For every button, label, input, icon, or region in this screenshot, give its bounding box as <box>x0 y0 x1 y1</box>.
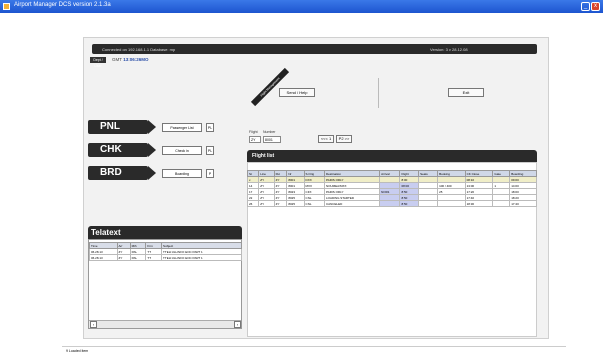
cell: 8:50 <box>399 200 420 207</box>
list-item[interactable]: 06.28.13 ZY PAL TT TTEH:ULLINFO EOC PART 1 <box>89 254 242 261</box>
check-in-button[interactable]: Check in <box>162 146 202 155</box>
boarding-button[interactable]: Boarding <box>162 169 202 178</box>
number-input[interactable]: 8001 <box>263 136 281 143</box>
cell: ZY <box>258 200 275 207</box>
gmt-label: GMT <box>112 57 122 62</box>
prev-button[interactable]: <<< 1 <box>318 135 334 143</box>
brd-button[interactable]: BRD <box>88 166 156 180</box>
cell: TT <box>145 254 163 261</box>
gmt-value: 13:06:26MO <box>123 57 149 62</box>
flight-table: St Line Fkt Nr S.Orig Destination Arriva… <box>246 170 537 207</box>
flight-label: Flight <box>249 130 258 134</box>
cell: ZY <box>273 200 288 207</box>
cell <box>437 200 466 207</box>
connection-info: Connected on 192.168.1.1 Database: mp <box>102 47 176 52</box>
cell: CNL <box>303 200 325 207</box>
cell <box>492 200 511 207</box>
app-icon <box>3 3 10 10</box>
exit-button[interactable]: Exit <box>448 88 484 97</box>
minimize-button[interactable]: _ <box>581 2 590 11</box>
chk-flag[interactable]: PL <box>206 146 214 155</box>
connection-bar: Connected on 192.168.1.1 Database: mp Ve… <box>92 44 537 54</box>
cell: 8025 <box>286 200 305 207</box>
cell: 17:40 <box>509 200 537 207</box>
cell: PAL <box>129 254 147 261</box>
status-bar: 9 Loaded item <box>62 346 566 356</box>
cell: CANCELED <box>323 200 381 207</box>
cell: 26 <box>246 200 260 207</box>
pnl-button[interactable]: PNL <box>88 120 156 134</box>
pnl-flag[interactable]: PL <box>206 123 214 132</box>
chk-button[interactable]: CHK <box>88 143 156 157</box>
passenger-list-button[interactable]: Passenger List <box>162 123 202 132</box>
scroll-left-icon[interactable]: ‹ <box>90 321 97 328</box>
flight-list-title: Flight list <box>247 150 537 162</box>
telatext-scrollbar[interactable] <box>89 320 241 328</box>
dept-tag: Dept / User <box>90 57 106 68</box>
cell <box>418 200 439 207</box>
cell: TTEH:ULLINFO EOC PART 1 <box>161 254 242 261</box>
telatext-table: Time Arr Mth Frm Subject 06.28.13 ZY PAL TT… <box>89 242 242 261</box>
flight-input[interactable]: ZY <box>249 136 261 143</box>
cell <box>379 200 401 207</box>
scroll-right-icon[interactable]: › <box>234 321 241 328</box>
cell: 18:30 <box>464 200 494 207</box>
cell: 06.28.13 <box>89 254 118 261</box>
close-button[interactable]: x <box>591 2 600 11</box>
gmt-display: GMT 13:06:26MO <box>112 57 148 62</box>
send-button[interactable]: Send / Help <box>279 88 315 97</box>
version-info: Version: 3 v 28.12.08 <box>430 47 468 52</box>
brd-flag[interactable]: P <box>206 169 214 178</box>
number-label: Number <box>263 130 276 134</box>
next-button[interactable]: P2 >> <box>336 135 352 143</box>
table-row[interactable]: 26 ZY ZY 8025 CNL CANCELED 8:50 18:30 17:40 <box>246 200 537 207</box>
window-title: Airport Manager DCS version 2.1.3a <box>14 2 111 8</box>
cell: ZY <box>116 254 131 261</box>
divider <box>378 78 379 108</box>
telatext-title: Telatext <box>88 226 242 239</box>
